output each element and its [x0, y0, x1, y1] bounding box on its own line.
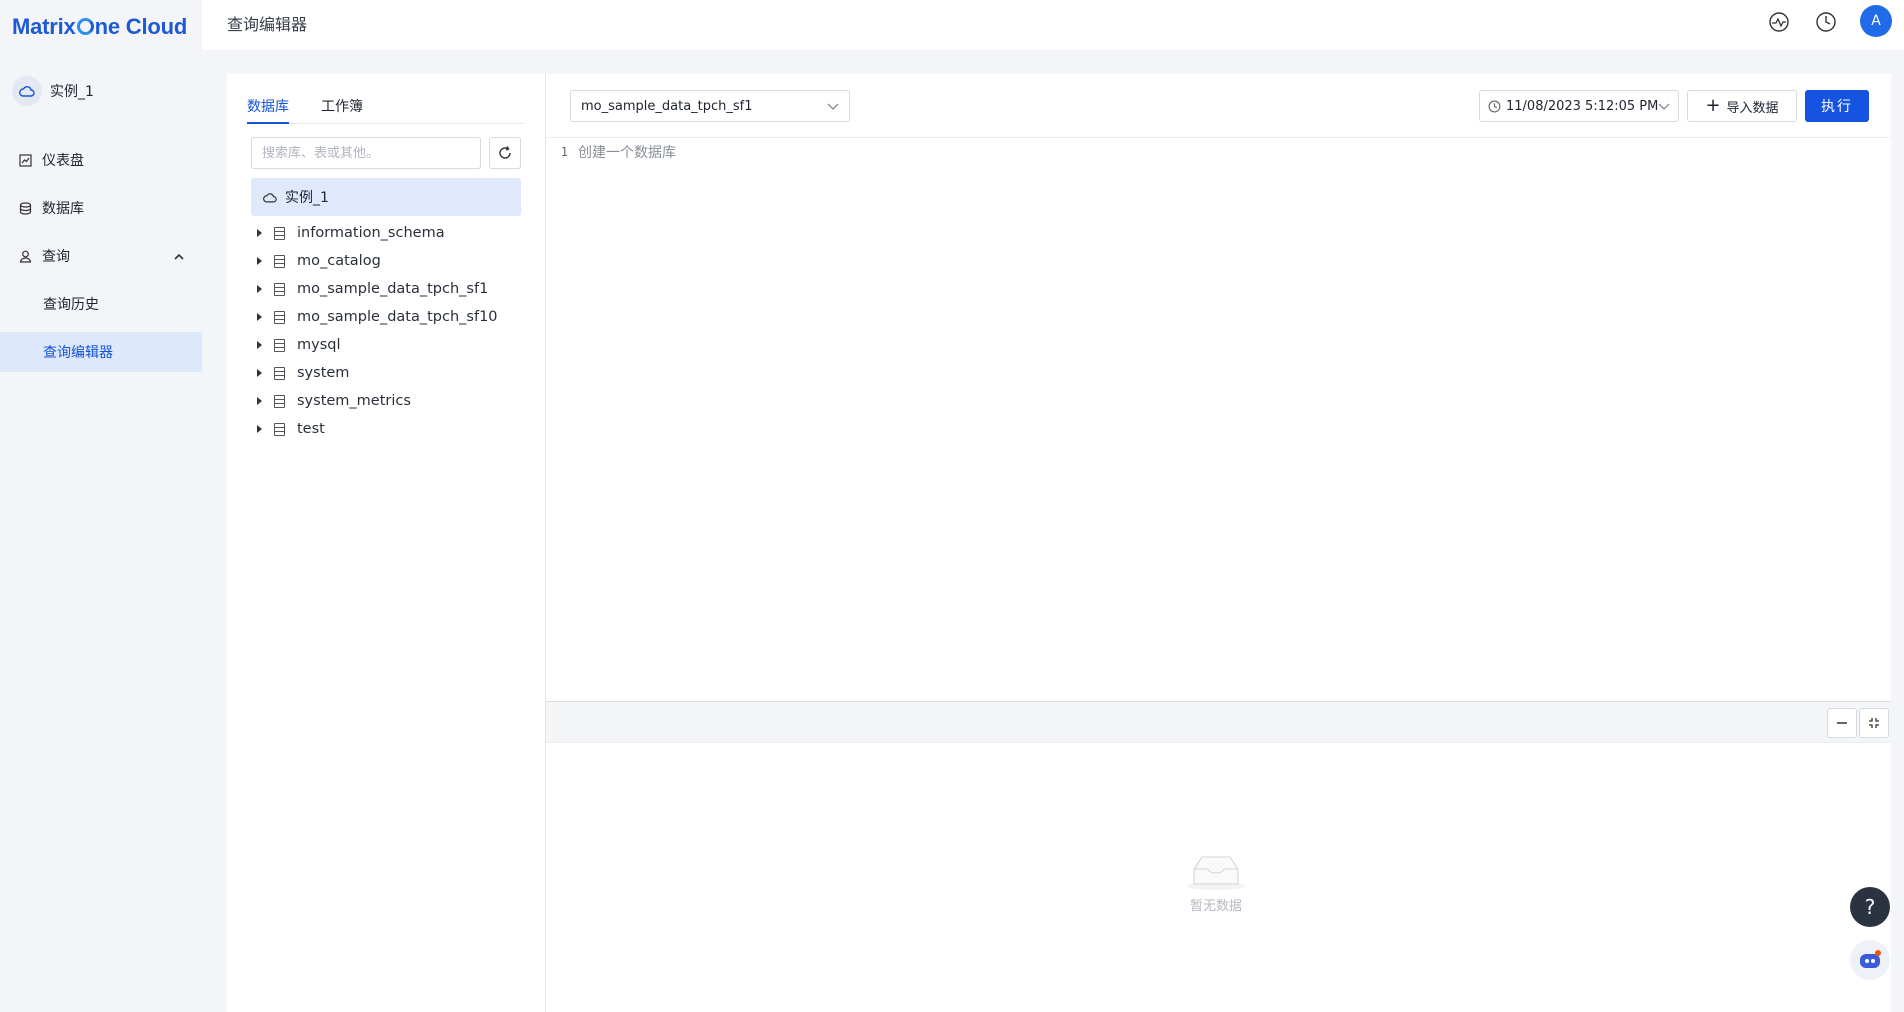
- sidebar-item-label: 数据库: [42, 201, 84, 217]
- table-icon: [274, 366, 285, 380]
- timestamp-value: 11/08/2023 5:12:05 PM: [1506, 98, 1659, 114]
- caret-right-icon[interactable]: [257, 313, 262, 321]
- tree-root-instance[interactable]: 实例_1: [251, 178, 521, 216]
- expand-icon: [1869, 718, 1879, 728]
- tree-item-database[interactable]: system: [257, 362, 349, 384]
- table-icon: [274, 226, 285, 240]
- avatar[interactable]: A: [1860, 5, 1892, 37]
- tab-database[interactable]: 数据库: [247, 96, 289, 124]
- database-select[interactable]: mo_sample_data_tpch_sf1: [570, 90, 850, 122]
- sidebar-item-label: 查询: [42, 249, 70, 265]
- tree-item-label: test: [297, 421, 325, 437]
- chevron-down-icon: [1658, 100, 1670, 115]
- result-header: [546, 701, 1891, 743]
- logo-o-icon: [76, 18, 94, 35]
- table-icon: [274, 282, 285, 296]
- caret-right-icon[interactable]: [257, 369, 262, 377]
- sidebar-item-database[interactable]: 数据库: [0, 188, 202, 228]
- caret-right-icon[interactable]: [257, 285, 262, 293]
- code-text[interactable]: 创建一个数据库: [578, 142, 676, 162]
- caret-right-icon[interactable]: [257, 341, 262, 349]
- table-icon: [274, 310, 285, 324]
- search-input[interactable]: [251, 137, 481, 169]
- logo-text-start: Matrix: [12, 14, 76, 39]
- inbox-icon: [1184, 851, 1248, 891]
- expand-button[interactable]: [1859, 708, 1889, 738]
- tree-item-label: mysql: [297, 337, 341, 353]
- tree-item-label: mo_catalog: [297, 253, 381, 269]
- minus-icon: [1837, 722, 1847, 724]
- refresh-icon: [499, 146, 511, 159]
- database-select-value: mo_sample_data_tpch_sf1: [581, 98, 753, 114]
- instance-label: 实例_1: [50, 84, 94, 100]
- caret-right-icon[interactable]: [257, 397, 262, 405]
- tree-item-database[interactable]: mysql: [257, 334, 341, 356]
- line-number: 1: [560, 145, 568, 159]
- tree-item-database[interactable]: mo_sample_data_tpch_sf10: [257, 306, 498, 328]
- plus-icon: +: [1705, 95, 1721, 116]
- assistant-bot-button[interactable]: [1850, 940, 1890, 980]
- tree-item-label: mo_sample_data_tpch_sf10: [297, 309, 498, 325]
- sidebar-item-label: 仪表盘: [42, 153, 84, 169]
- sidebar-item-dashboard[interactable]: 仪表盘: [0, 140, 202, 180]
- tree-item-label: information_schema: [297, 225, 445, 241]
- database-panel: 数据库 工作簿 实例_1 information_schema mo_catal…: [227, 74, 545, 1012]
- dashboard-icon: [18, 153, 32, 167]
- run-button[interactable]: 执行: [1805, 90, 1869, 122]
- sidebar: Matrix ne Cloud 实例_1 仪表盘 数据库 查询 查询历史 查询编辑…: [0, 0, 202, 1012]
- top-bar: 查询编辑器 A: [202, 0, 1904, 50]
- caret-right-icon[interactable]: [257, 425, 262, 433]
- import-data-label: 导入数据: [1726, 100, 1779, 116]
- sidebar-item-query-editor[interactable]: 查询编辑器: [0, 332, 202, 372]
- panel-tabs: 数据库 工作簿: [247, 74, 525, 124]
- query-editor-area: mo_sample_data_tpch_sf1 11/08/2023 5:12:…: [545, 74, 1891, 1012]
- table-icon: [274, 254, 285, 268]
- page-title: 查询编辑器: [227, 15, 308, 34]
- logo[interactable]: Matrix ne Cloud: [12, 14, 187, 40]
- timestamp-select[interactable]: 11/08/2023 5:12:05 PM: [1479, 90, 1679, 122]
- import-data-button[interactable]: + 导入数据: [1687, 90, 1797, 122]
- instance-switcher[interactable]: 实例_1: [12, 74, 94, 108]
- minimize-button[interactable]: [1827, 708, 1857, 738]
- monitor-icon[interactable]: [1767, 10, 1791, 34]
- cloud-icon: [263, 192, 277, 203]
- history-clock-icon[interactable]: [1814, 10, 1838, 34]
- caret-right-icon[interactable]: [257, 257, 262, 265]
- clock-icon: [1488, 100, 1501, 113]
- database-icon: [18, 201, 32, 215]
- empty-state: 暂无数据: [1176, 851, 1256, 914]
- logo-text-end: ne Cloud: [94, 14, 188, 39]
- sidebar-item-label: 查询历史: [43, 297, 99, 313]
- chevron-up-icon: [174, 249, 184, 265]
- sidebar-item-label: 查询编辑器: [43, 345, 113, 361]
- refresh-button[interactable]: [489, 137, 521, 169]
- question-icon: ?: [1864, 895, 1876, 919]
- tree-item-label: mo_sample_data_tpch_sf1: [297, 281, 489, 297]
- tree-item-label: system_metrics: [297, 393, 411, 409]
- tree-root-label: 实例_1: [285, 190, 329, 206]
- tree-item-database[interactable]: information_schema: [257, 222, 445, 244]
- table-icon: [274, 394, 285, 408]
- table-icon: [274, 338, 285, 352]
- tree-item-database[interactable]: system_metrics: [257, 390, 411, 412]
- chevron-down-icon: [827, 100, 839, 115]
- code-line[interactable]: 1 创建一个数据库: [546, 142, 676, 162]
- tree-item-database[interactable]: mo_catalog: [257, 250, 381, 272]
- result-panel: 暂无数据: [546, 743, 1891, 1012]
- tree-item-database[interactable]: mo_sample_data_tpch_sf1: [257, 278, 488, 300]
- tab-workbook[interactable]: 工作簿: [321, 96, 363, 122]
- cloud-icon: [12, 76, 42, 106]
- editor-toolbar: mo_sample_data_tpch_sf1 11/08/2023 5:12:…: [546, 74, 1891, 138]
- tree-item-label: system: [297, 365, 350, 381]
- table-icon: [274, 422, 285, 436]
- help-button[interactable]: ?: [1850, 887, 1890, 927]
- sidebar-item-query[interactable]: 查询: [0, 236, 202, 276]
- empty-state-text: 暂无数据: [1189, 899, 1242, 914]
- robot-icon: [1860, 950, 1881, 968]
- sidebar-item-query-history[interactable]: 查询历史: [0, 284, 202, 324]
- user-icon: [18, 249, 32, 263]
- caret-right-icon[interactable]: [257, 229, 262, 237]
- tree-item-database[interactable]: test: [257, 418, 325, 440]
